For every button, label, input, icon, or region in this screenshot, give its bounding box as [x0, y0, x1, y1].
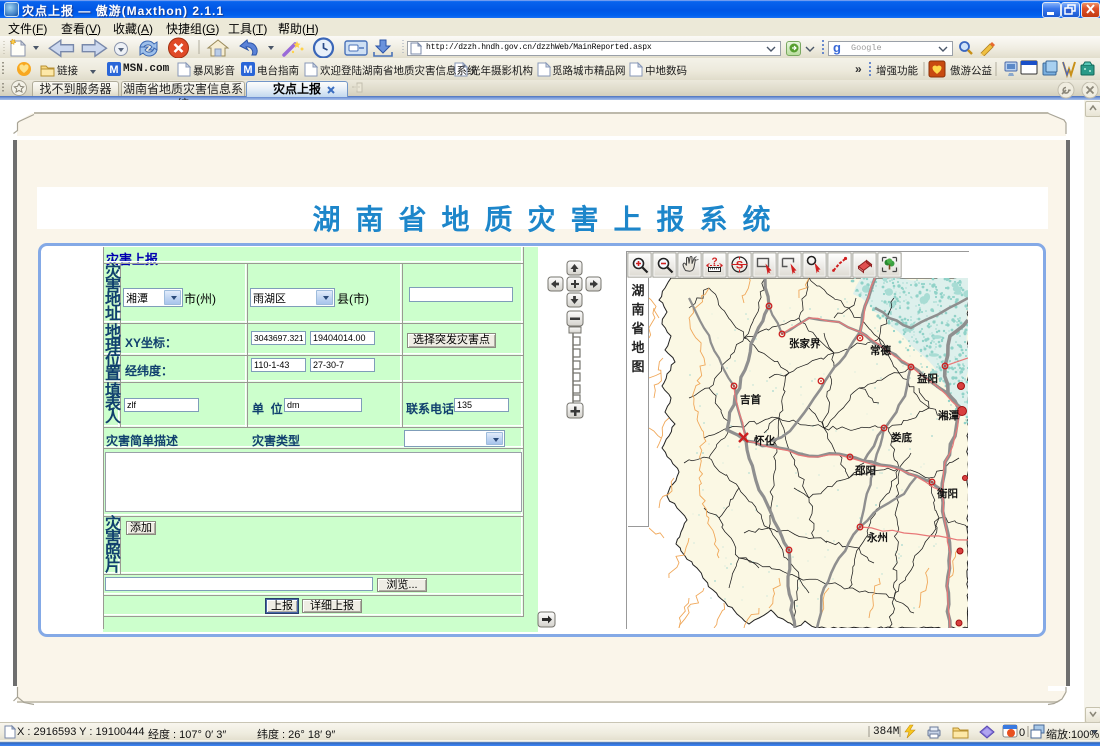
- svg-text:»: »: [855, 62, 862, 76]
- svg-text:0: 0: [1019, 727, 1025, 739]
- svg-text:M: M: [243, 64, 252, 76]
- svg-text:M: M: [109, 64, 118, 76]
